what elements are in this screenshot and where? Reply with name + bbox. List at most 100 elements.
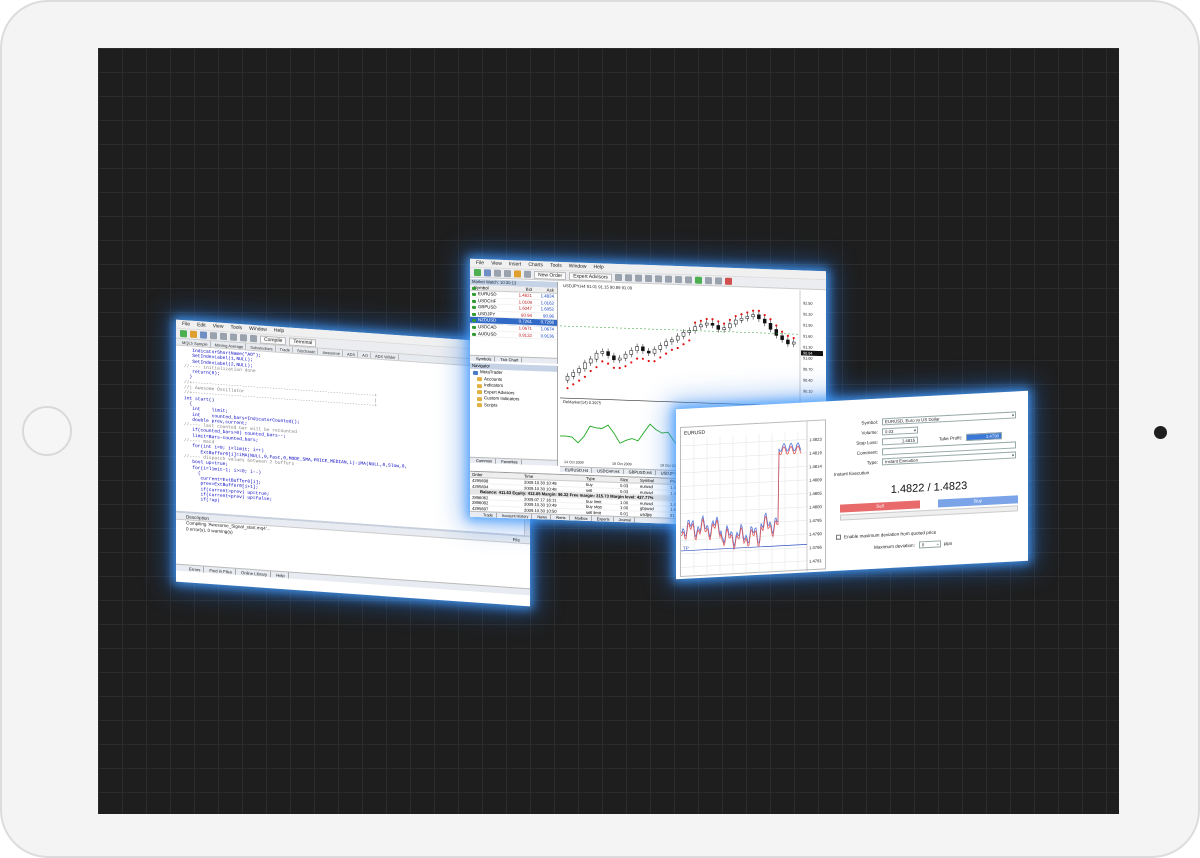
menu-item[interactable]: Window — [249, 326, 267, 333]
open-folder-icon[interactable] — [190, 330, 197, 339]
find-icon[interactable] — [250, 334, 257, 343]
parabolic-sar-dot — [723, 322, 726, 325]
tab-alerts[interactable]: Alerts — [552, 514, 570, 521]
tab-mailbox[interactable]: Mailbox — [571, 515, 592, 522]
new-order-button[interactable]: New Order — [534, 270, 567, 280]
price-level-line — [560, 325, 800, 335]
column-header: Symbol — [640, 477, 654, 484]
line-chart-icon[interactable] — [634, 274, 642, 282]
tab-help[interactable]: Help — [273, 571, 289, 579]
tile-icon[interactable] — [664, 275, 672, 283]
navigator-icon[interactable] — [504, 269, 511, 278]
print-icon[interactable] — [210, 332, 217, 340]
parabolic-sar-dot — [786, 334, 789, 337]
periods-icon[interactable] — [704, 276, 712, 285]
order-dialog-window: EURUSD TP 1.4823 1.4819 1.4814 1.4809 1.4805… — [676, 390, 1028, 580]
tab-tick-chart[interactable]: Tick Chart — [497, 356, 523, 363]
tab-trade[interactable]: Trade — [480, 512, 497, 518]
grid-line — [681, 560, 807, 568]
compile-button[interactable]: Compile — [260, 334, 287, 345]
parabolic-sar-dot — [612, 366, 616, 369]
parabolic-sar-dot — [595, 366, 598, 369]
candle-body — [606, 351, 610, 356]
deviation-checkbox-label: Enable maximum deviation from quoted pri… — [844, 529, 937, 540]
menu-item[interactable]: File — [476, 260, 484, 266]
profiles-icon[interactable] — [484, 269, 491, 277]
autoscroll-icon[interactable] — [674, 275, 682, 284]
ask-cell: 0.7268 — [540, 319, 554, 326]
chart-tab[interactable]: GBPUSD,H4 — [625, 469, 656, 476]
price-axis-label: 1.4786 — [809, 545, 822, 551]
menu-item[interactable]: Insert — [509, 261, 522, 267]
menu-item[interactable]: Tools — [550, 263, 562, 269]
parabolic-sar-dot — [618, 366, 621, 370]
templates-icon[interactable] — [714, 277, 722, 285]
indicators-icon[interactable] — [694, 276, 702, 284]
menu-item[interactable]: Edit — [197, 322, 206, 329]
parabolic-sar-dot — [641, 357, 645, 360]
new-chart-icon[interactable] — [474, 268, 481, 277]
candle-body — [693, 326, 697, 331]
tab-favorites[interactable]: Favorites — [498, 458, 522, 465]
menu-item[interactable]: Charts — [528, 262, 543, 269]
parabolic-sar-dot — [670, 348, 674, 351]
expert-advisors-button[interactable]: Expert Advisors — [569, 271, 612, 282]
candle-body — [571, 372, 576, 377]
symbol-select[interactable]: EURUSD, Euro vs US Dollar ▾ — [882, 411, 1016, 425]
parabolic-sar-dot — [728, 318, 731, 321]
tab-common[interactable]: Common — [473, 457, 497, 464]
tab-find-in-files[interactable]: Find in Files — [206, 566, 236, 575]
menu-item[interactable]: View — [491, 261, 502, 267]
candles-icon[interactable] — [624, 274, 632, 282]
volume-field[interactable]: 0.03 ▾ — [882, 426, 918, 435]
home-button[interactable] — [22, 406, 72, 456]
file-tab[interactable]: AO — [360, 351, 371, 359]
menu-item[interactable]: File — [182, 321, 190, 328]
cut-icon[interactable] — [220, 332, 227, 341]
new-file-icon[interactable] — [180, 329, 187, 338]
file-tab[interactable]: ADX — [344, 350, 359, 358]
candle-body — [600, 351, 605, 354]
file-tab[interactable]: Trade — [277, 345, 293, 353]
menu-item[interactable]: Tools — [230, 324, 242, 331]
editor-icon[interactable] — [524, 270, 531, 278]
bid-cell: 0.7261 — [518, 318, 532, 325]
market-watch-panel: Market Watch: 10:30:13 Symbol Bid Ask EU… — [470, 278, 558, 364]
candle-body — [670, 339, 674, 343]
crosshair-icon[interactable] — [724, 277, 732, 285]
tab-symbols[interactable]: Symbols — [473, 355, 496, 362]
candle-body — [681, 331, 686, 337]
chart-shift-icon[interactable] — [684, 276, 692, 284]
terminal-button[interactable]: Terminal — [289, 337, 317, 347]
chart-tab[interactable]: USDCHF,H4 — [594, 468, 624, 475]
tab-news[interactable]: News — [534, 514, 551, 520]
menu-item[interactable]: Help — [274, 327, 284, 334]
grid-line — [681, 547, 807, 555]
stoploss-field[interactable]: 1.4815 — [882, 436, 918, 445]
paste-icon[interactable] — [240, 334, 247, 342]
candle-body — [583, 362, 587, 370]
parabolic-sar-dot — [705, 317, 708, 321]
tab-errors[interactable]: Errors — [186, 565, 205, 573]
oscillator-label: DeMarker(14) 0.3975 — [563, 399, 602, 405]
tab-journal[interactable]: Journal — [615, 516, 636, 523]
menu-item[interactable]: View — [213, 323, 224, 330]
tab-online-library[interactable]: Online Library — [237, 568, 272, 578]
zoom-out-icon[interactable] — [654, 275, 662, 283]
zoom-in-icon[interactable] — [644, 274, 652, 283]
price-axis-label: 90.10 — [803, 389, 813, 393]
deviation-checkbox[interactable] — [836, 534, 841, 540]
menu-item[interactable]: Window — [569, 263, 587, 270]
save-icon[interactable] — [200, 331, 207, 339]
takeprofit-field[interactable]: 1.4790 — [966, 432, 1002, 441]
bar-chart-icon[interactable] — [614, 273, 622, 282]
tab-experts[interactable]: Experts — [593, 516, 614, 522]
candle-body — [716, 325, 721, 330]
copy-icon[interactable] — [230, 333, 237, 341]
max-deviation-field[interactable]: 0 ÷ — [918, 540, 941, 548]
chart-tab[interactable]: EURUSD,H4 — [562, 466, 593, 474]
terminal-panel-icon[interactable] — [514, 270, 521, 278]
market-watch-icon[interactable] — [494, 269, 501, 277]
symbol-label: Symbol: — [861, 419, 878, 426]
menu-item[interactable]: Help — [594, 264, 604, 270]
